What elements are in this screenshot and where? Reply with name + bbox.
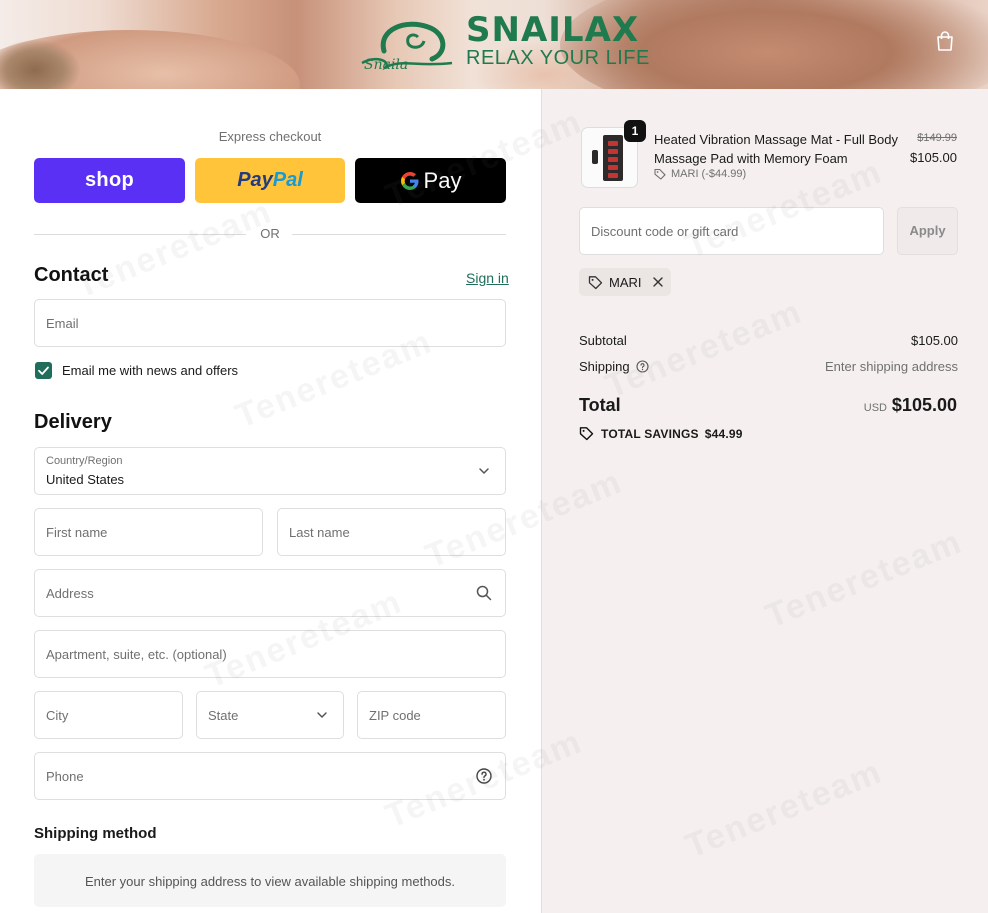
google-g-icon	[400, 171, 419, 190]
tag-icon	[588, 275, 603, 289]
country-label: Country/Region	[46, 455, 123, 467]
shop-pay-label: shop	[85, 169, 134, 191]
brand-logo[interactable]: Snaila SNAILAX RELAX YOUR LIFE	[356, 10, 650, 72]
phone-placeholder: Phone	[46, 769, 84, 784]
shipping-label: Shipping	[579, 359, 630, 374]
tag-icon	[654, 168, 666, 180]
country-select[interactable]: Country/Region United States	[34, 447, 506, 495]
shipping-method-heading: Shipping method	[34, 825, 157, 842]
tag-icon	[579, 427, 594, 441]
product-price: $105.00	[910, 150, 957, 165]
express-checkout-label: Express checkout	[218, 129, 322, 144]
subtotal-row: Subtotal $105.00	[579, 333, 958, 348]
state-placeholder: State	[208, 708, 239, 723]
subtotal-value: $105.00	[911, 333, 958, 348]
contact-heading: Contact	[34, 264, 109, 286]
chevron-down-icon	[479, 468, 489, 475]
zip-field[interactable]: ZIP code	[357, 691, 506, 739]
checkmark-icon	[38, 366, 49, 375]
total-savings-label: TOTAL SAVINGS	[601, 426, 699, 441]
help-circle-icon[interactable]	[636, 360, 649, 373]
applied-discount-code: MARI	[609, 274, 642, 290]
first-name-placeholder: First name	[46, 525, 108, 540]
checkout-form: Express checkout shop Pay Pal Pay OR Cont…	[0, 89, 541, 913]
paypal-button[interactable]: Pay Pal	[195, 158, 345, 203]
order-summary: 1 Heated Vibration Massage Mat - Full Bo…	[541, 89, 988, 913]
brand-tagline: RELAX YOUR LIFE	[466, 47, 650, 69]
search-icon	[476, 585, 492, 601]
phone-field[interactable]: Phone	[34, 752, 506, 800]
news-offers-checkbox[interactable]	[35, 362, 52, 379]
apartment-placeholder: Apartment, suite, etc. (optional)	[46, 647, 227, 662]
delivery-heading: Delivery	[34, 411, 112, 433]
snail-logo-icon: Snaila	[361, 21, 453, 71]
shop-pay-button[interactable]: shop	[34, 158, 185, 203]
city-placeholder: City	[46, 708, 69, 723]
email-field[interactable]: Email	[34, 299, 506, 347]
last-name-field[interactable]: Last name	[277, 508, 506, 556]
chevron-down-icon	[317, 712, 327, 719]
subtotal-label: Subtotal	[579, 333, 627, 348]
help-circle-icon[interactable]	[475, 767, 493, 785]
city-field[interactable]: City	[34, 691, 183, 739]
applied-discount-chip: MARI	[579, 268, 671, 296]
shipping-method-notice: Enter your shipping address to view avai…	[34, 854, 506, 907]
google-pay-label: Pay	[423, 167, 462, 193]
product-discount-text: MARI (-$44.99)	[671, 168, 747, 180]
sign-in-link[interactable]: Sign in	[466, 270, 509, 286]
shopping-bag-icon[interactable]	[934, 30, 956, 52]
address-field[interactable]: Address	[34, 569, 506, 617]
or-divider: OR	[34, 226, 506, 242]
product-original-price: $149.99	[917, 132, 957, 144]
shipping-row: Shipping Enter shipping address	[579, 359, 958, 374]
total-savings: TOTAL SAVINGS $44.99	[579, 426, 743, 441]
currency-code: USD	[863, 402, 887, 414]
total-savings-value: $44.99	[704, 426, 743, 441]
state-select[interactable]: State	[196, 691, 344, 739]
product-discount: MARI (-$44.99)	[654, 168, 746, 180]
paypal-label-part2: Pal	[272, 169, 303, 191]
discount-code-placeholder: Discount code or gift card	[591, 224, 739, 239]
zip-placeholder: ZIP code	[369, 708, 421, 723]
apartment-field[interactable]: Apartment, suite, etc. (optional)	[34, 630, 506, 678]
discount-code-input[interactable]: Discount code or gift card	[579, 207, 884, 255]
country-value: United States	[46, 472, 125, 487]
address-placeholder: Address	[46, 586, 94, 601]
total-value: $105.00	[891, 395, 957, 415]
close-icon[interactable]	[652, 276, 664, 288]
email-placeholder: Email	[46, 316, 79, 331]
apply-discount-button[interactable]: Apply	[897, 207, 958, 255]
header-banner: Snaila SNAILAX RELAX YOUR LIFE	[0, 0, 988, 89]
google-pay-button[interactable]: Pay	[355, 158, 506, 203]
first-name-field[interactable]: First name	[34, 508, 263, 556]
last-name-placeholder: Last name	[289, 525, 350, 540]
news-offers-label: Email me with news and offers	[62, 363, 239, 378]
svg-text:Snaila: Snaila	[364, 57, 408, 71]
shipping-value: Enter shipping address	[825, 359, 958, 374]
brand-name: SNAILAX	[466, 10, 640, 50]
quantity-badge: 1	[624, 120, 646, 142]
shipping-method-message: Enter your shipping address to view avai…	[85, 874, 455, 889]
total-label: Total	[579, 395, 621, 415]
product-title: Heated Vibration Massage Mat - Full Body…	[654, 132, 898, 166]
paypal-label-part1: Pay	[237, 169, 273, 191]
